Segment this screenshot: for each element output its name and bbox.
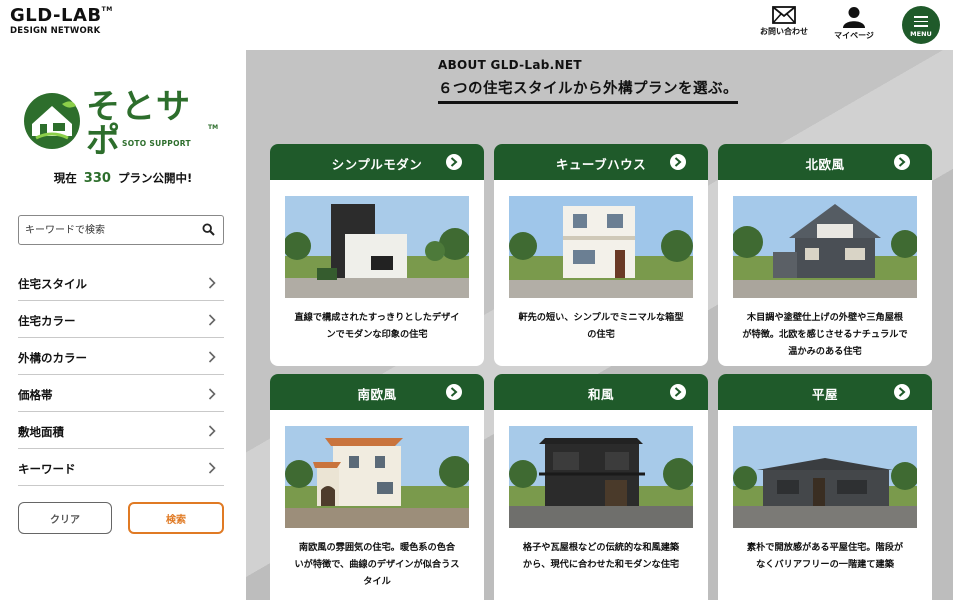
card-description-line: いが特徴で、曲線のデザインが似合うス	[294, 559, 460, 570]
contact-label: お問い合わせ	[760, 27, 808, 36]
section-title: ６つの住宅スタイルから外構プランを選ぶ。	[438, 77, 738, 104]
style-card-south-european[interactable]: 南欧風 南欧風の雰囲気の住宅。暖色系の色合 いが特徴で、曲線のデザインが似合うス…	[270, 374, 484, 600]
card-description: 素朴で開放感がある平屋住宅。階段が なくバリアフリーの一階建て建築	[726, 539, 924, 573]
style-card-nordic[interactable]: 北欧風 木目調や塗壁仕上げの外壁や三角屋根 が特徴。北欧を感じさせるナチュラルで…	[718, 144, 932, 366]
search-icon[interactable]	[202, 223, 215, 236]
card-description-line: ンでモダンな印象の住宅	[326, 329, 428, 340]
count-value: 330	[83, 171, 111, 186]
arrow-right-icon	[446, 154, 462, 170]
card-description: 格子や瓦屋根などの伝統的な和風建築 から、現代に合わせた和モダンな住宅	[502, 539, 700, 573]
card-description-line: なくバリアフリーの一階建て建築	[756, 559, 894, 570]
style-card-japanese[interactable]: 和風 格子や瓦屋根などの伝統的な和風建築 から、現代に合わせた和モダンな住宅	[494, 374, 708, 600]
contact-link[interactable]: お問い合わせ	[760, 6, 808, 37]
style-card-simple-modern[interactable]: シンプルモダン 直線で構成されたすっきりとしたデザイ ンでモダンな印象の住宅	[270, 144, 484, 366]
card-header: 和風	[494, 374, 708, 410]
card-description-line: 直線で構成されたすっきりとしたデザイ	[294, 312, 460, 323]
filter-label: 敷地面積	[18, 425, 64, 439]
mail-icon	[772, 6, 796, 24]
card-description-line: タイル	[363, 576, 391, 587]
house-image	[733, 426, 917, 528]
filter-label: 外構のカラー	[18, 351, 87, 365]
plan-count: 現在 330 プラン公開中!	[0, 170, 246, 186]
chevron-right-icon	[208, 385, 216, 404]
search-input[interactable]	[25, 220, 195, 240]
arrow-right-icon	[446, 384, 462, 400]
gld-lab-logo[interactable]: GLD-LABTM DESIGN NETWORK	[10, 7, 113, 36]
mypage-link[interactable]: マイページ	[832, 6, 876, 41]
arrow-right-icon	[670, 384, 686, 400]
card-header: キューブハウス	[494, 144, 708, 180]
mypage-label: マイページ	[834, 31, 874, 40]
menu-label: MENU	[910, 30, 932, 38]
chevron-right-icon	[208, 274, 216, 293]
main-content: ABOUT GLD-Lab.NET ６つの住宅スタイルから外構プランを選ぶ。 シ…	[246, 50, 953, 600]
clear-button[interactable]: クリア	[18, 502, 112, 534]
card-header: 北欧風	[718, 144, 932, 180]
chevron-right-icon	[208, 348, 216, 367]
filter-price-range[interactable]: 価格帯	[18, 375, 224, 412]
card-description-line: 素朴で開放感がある平屋住宅。階段が	[746, 542, 904, 553]
brand-subtitle: SOTO SUPPORT	[122, 139, 191, 148]
card-description-line: 温かみのある住宅	[788, 346, 862, 357]
card-description: 直線で構成されたすっきりとしたデザイ ンでモダンな印象の住宅	[278, 309, 476, 343]
filter-label: 住宅カラー	[18, 314, 76, 328]
hamburger-icon	[914, 16, 928, 30]
house-image	[509, 426, 693, 528]
filter-label: 価格帯	[18, 388, 53, 402]
count-suffix: プラン公開中!	[117, 171, 193, 185]
house-leaf-logo-icon	[24, 93, 80, 149]
chevron-right-icon	[208, 459, 216, 478]
card-description-line: 格子や瓦屋根などの伝統的な和風建築	[522, 542, 680, 553]
sidebar: そとサポ TM SOTO SUPPORT 現在 330 プラン公開中! 住宅スタ…	[0, 50, 246, 600]
card-header: 平屋	[718, 374, 932, 410]
chevron-right-icon	[208, 311, 216, 330]
card-description: 木目調や塗壁仕上げの外壁や三角屋根 が特徴。北欧を感じさせるナチュラルで 温かみ…	[726, 309, 924, 360]
logo-tm: TM	[101, 6, 113, 13]
arrow-right-icon	[670, 154, 686, 170]
card-description-line: 軒先の短い、シンプルでミニマルな箱型	[518, 312, 684, 323]
filter-label: 住宅スタイル	[18, 277, 87, 291]
keyword-search-box	[18, 215, 224, 245]
filter-list: 住宅スタイル 住宅カラー 外構のカラー 価格帯 敷地面積 キーワード	[18, 264, 224, 486]
filter-keyword[interactable]: キーワード	[18, 449, 224, 486]
house-image	[733, 196, 917, 298]
house-image	[509, 196, 693, 298]
house-image	[285, 426, 469, 528]
user-icon	[843, 7, 865, 28]
arrow-right-icon	[894, 384, 910, 400]
card-description: 軒先の短い、シンプルでミニマルな箱型 の住宅	[502, 309, 700, 343]
house-image	[285, 196, 469, 298]
logo-subtitle: DESIGN NETWORK	[10, 26, 101, 36]
soto-support-brand[interactable]: そとサポ TM SOTO SUPPORT	[22, 90, 222, 160]
card-description-line: 南欧風の雰囲気の住宅。暖色系の色合	[298, 542, 456, 553]
filter-exterior-color[interactable]: 外構のカラー	[18, 338, 224, 375]
card-description-line: 木目調や塗壁仕上げの外壁や三角屋根	[746, 312, 904, 323]
chevron-right-icon	[208, 422, 216, 441]
card-description: 南欧風の雰囲気の住宅。暖色系の色合 いが特徴で、曲線のデザインが似合うス タイル	[278, 539, 476, 590]
card-description-line: の住宅	[587, 329, 615, 340]
card-description-line: が特徴。北欧を感じさせるナチュラルで	[742, 329, 908, 340]
style-card-cube-house[interactable]: キューブハウス 軒先の短い、シンプルでミニマルな箱型 の住宅	[494, 144, 708, 366]
section-eyebrow: ABOUT GLD-Lab.NET	[438, 58, 582, 72]
card-description-line: から、現代に合わせた和モダンな住宅	[522, 559, 680, 570]
card-header: 南欧風	[270, 374, 484, 410]
card-header: シンプルモダン	[270, 144, 484, 180]
filter-housing-color[interactable]: 住宅カラー	[18, 301, 224, 338]
arrow-right-icon	[894, 154, 910, 170]
filter-label: キーワード	[18, 462, 76, 476]
brand-tm: TM	[208, 124, 219, 131]
site-header: GLD-LABTM DESIGN NETWORK お問い合わせ マイページ ME…	[0, 0, 953, 50]
menu-button[interactable]: MENU	[902, 6, 940, 44]
logo-main-text: GLD-LAB	[10, 5, 102, 26]
style-card-one-story[interactable]: 平屋 素朴で開放感がある平屋住宅。階段が なくバリアフリーの一階建て建築	[718, 374, 932, 600]
filter-site-area[interactable]: 敷地面積	[18, 412, 224, 449]
filter-housing-style[interactable]: 住宅スタイル	[18, 264, 224, 301]
search-button[interactable]: 検索	[128, 502, 224, 534]
count-prefix: 現在	[53, 171, 77, 185]
